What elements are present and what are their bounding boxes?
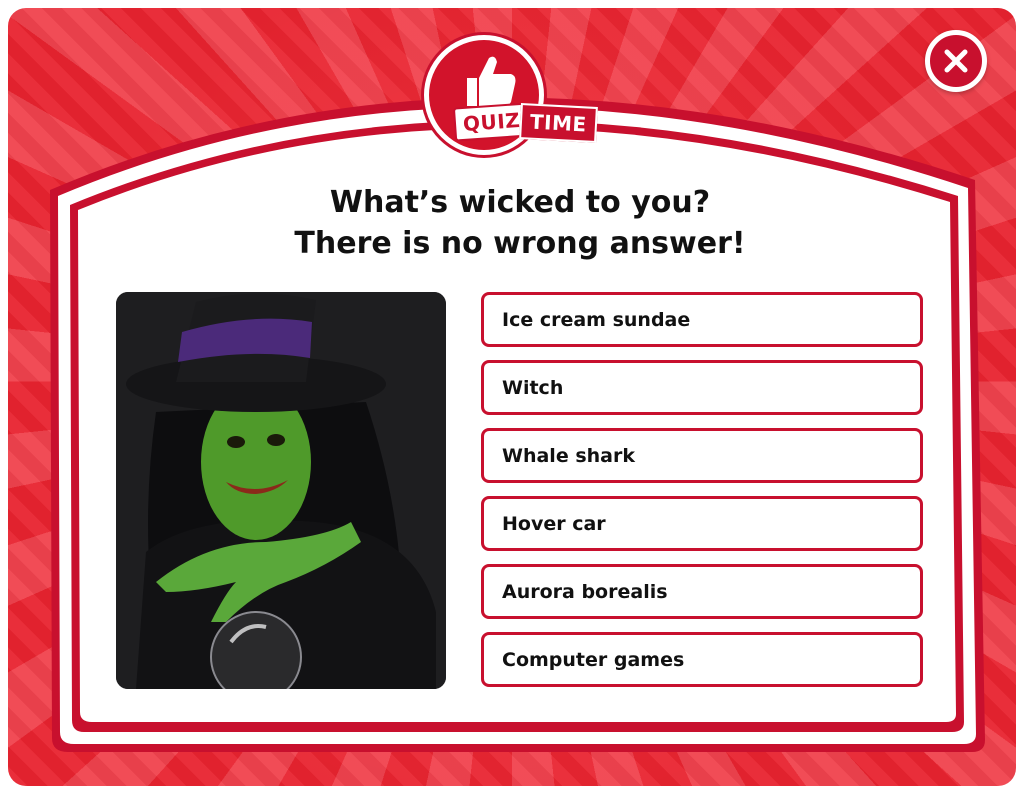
thumbs-up-icon (467, 56, 516, 106)
question-line-2: There is no wrong answer! (294, 226, 746, 261)
answer-option-hover-car[interactable]: Hover car (481, 496, 923, 551)
answer-option-whale-shark[interactable]: Whale shark (481, 428, 923, 483)
answer-list: Ice cream sundae Witch Whale shark Hover… (481, 292, 923, 700)
answer-option-witch[interactable]: Witch (481, 360, 923, 415)
quiz-time-logo: QUIZ TIME (424, 35, 604, 155)
answer-option-ice-cream-sundae[interactable]: Ice cream sundae (481, 292, 923, 347)
answer-option-computer-games[interactable]: Computer games (481, 632, 923, 687)
witch-illustration (116, 292, 446, 689)
logo-time-text: TIME (519, 103, 598, 143)
question-text: What’s wicked to you? There is no wrong … (120, 182, 920, 264)
close-icon (944, 49, 968, 73)
answer-option-aurora-borealis[interactable]: Aurora borealis (481, 564, 923, 619)
witch-image (116, 292, 446, 689)
close-button[interactable] (925, 30, 987, 92)
question-line-1: What’s wicked to you? (329, 185, 711, 220)
